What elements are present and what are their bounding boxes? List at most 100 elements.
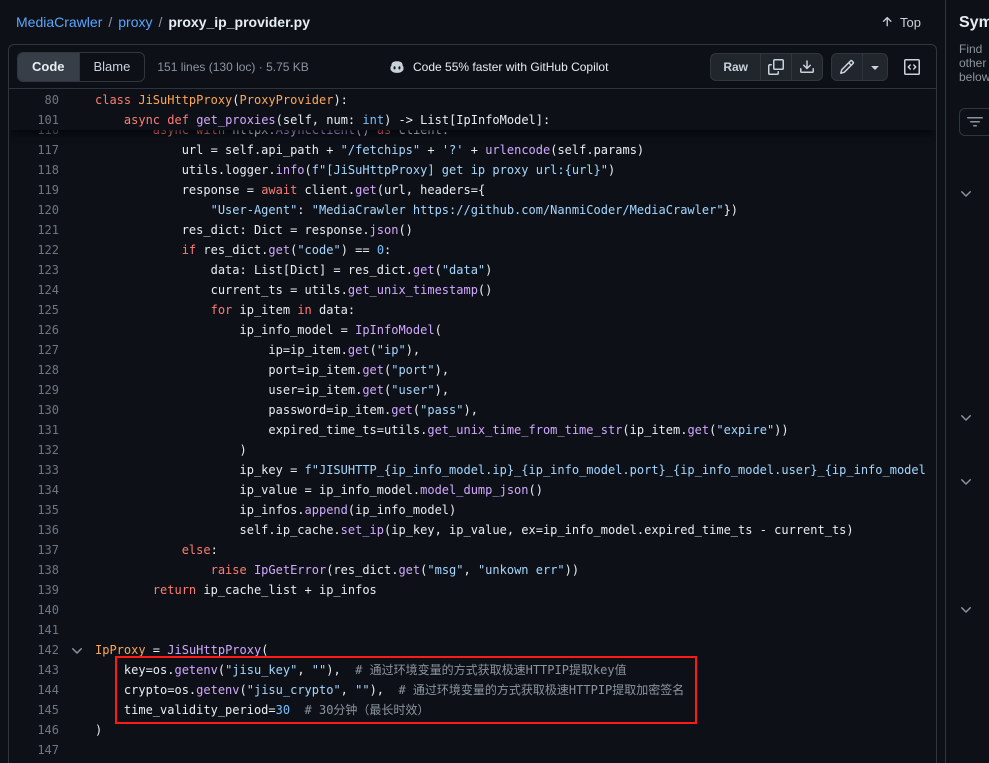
line-number[interactable]: 124 <box>9 280 59 300</box>
code-line: 117 url = self.api_path + "/fetchips" + … <box>9 140 936 160</box>
code-text: key=os.getenv("jisu_key", ""), # 通过环境变量的… <box>95 660 936 680</box>
breadcrumb-filename: proxy_ip_provider.py <box>168 14 310 30</box>
line-number[interactable]: 117 <box>9 140 59 160</box>
line-number[interactable]: 135 <box>9 500 59 520</box>
code-line: 101 async def get_proxies(self, num: int… <box>9 110 936 130</box>
code-line: 132 ) <box>9 440 936 460</box>
code-line: 126 ip_info_model = IpInfoModel( <box>9 320 936 340</box>
code-text: crypto=os.getenv("jisu_crypto", ""), # 通… <box>95 680 936 700</box>
symbol-collapse-icon[interactable] <box>958 185 974 201</box>
line-number[interactable]: 147 <box>9 740 59 760</box>
line-number[interactable]: 126 <box>9 320 59 340</box>
line-number[interactable]: 145 <box>9 700 59 720</box>
code-text: if res_dict.get("code") == 0: <box>95 240 936 260</box>
code-text: response = await client.get(url, headers… <box>95 180 936 200</box>
edit-dropdown-button[interactable] <box>862 53 888 81</box>
code-text: raise IpGetError(res_dict.get("msg", "un… <box>95 560 936 580</box>
breadcrumb-separator: / <box>108 14 112 30</box>
code-line: 139 return ip_cache_list + ip_infos <box>9 580 936 600</box>
line-number[interactable]: 120 <box>9 200 59 220</box>
code-text: ip_key = f"JISUHTTP_{ip_info_model.ip}_{… <box>95 460 936 480</box>
line-number[interactable]: 142 <box>9 640 59 660</box>
copilot-icon <box>389 59 405 75</box>
breadcrumb-folder-link[interactable]: proxy <box>118 14 152 30</box>
raw-button[interactable]: Raw <box>710 53 761 81</box>
code-line: 118 utils.logger.info(f"[JiSuHttpProxy] … <box>9 160 936 180</box>
line-number[interactable]: 143 <box>9 660 59 680</box>
code-text: time_validity_period=30 # 30分钟（最长时效） <box>95 700 936 720</box>
code-line: 134 ip_value = ip_info_model.model_dump_… <box>9 480 936 500</box>
symbols-description-line: other <box>959 56 989 70</box>
line-number[interactable]: 123 <box>9 260 59 280</box>
line-number[interactable]: 127 <box>9 340 59 360</box>
line-number[interactable]: 101 <box>9 110 59 130</box>
line-number[interactable]: 80 <box>9 90 59 110</box>
breadcrumb: MediaCrawler / proxy / proxy_ip_provider… <box>0 0 945 44</box>
symbols-toggle-button[interactable] <box>896 53 928 81</box>
breadcrumb-repo-link[interactable]: MediaCrawler <box>16 14 102 30</box>
line-number[interactable]: 119 <box>9 180 59 200</box>
code-text: IpProxy = JiSuHttpProxy( <box>95 640 936 660</box>
line-number[interactable]: 122 <box>9 240 59 260</box>
code-blame-toggle: Code Blame <box>17 52 145 82</box>
copy-button[interactable] <box>760 53 792 81</box>
symbol-collapse-icon[interactable] <box>958 601 974 617</box>
code-lines: 116 async with httpx.AsyncClient() as cl… <box>9 90 936 760</box>
sticky-context: 80class JiSuHttpProxy(ProxyProvider):101… <box>9 90 936 130</box>
line-number[interactable]: 133 <box>9 460 59 480</box>
breadcrumb-path: MediaCrawler / proxy / proxy_ip_provider… <box>16 14 310 30</box>
code-text: expired_time_ts=utils.get_unix_time_from… <box>95 420 936 440</box>
line-number[interactable]: 137 <box>9 540 59 560</box>
code-line: 144 crypto=os.getenv("jisu_crypto", ""),… <box>9 680 936 700</box>
line-number[interactable]: 138 <box>9 560 59 580</box>
copilot-banner-text: Code 55% faster with GitHub Copilot <box>413 60 608 74</box>
filter-icon <box>967 114 983 130</box>
code-text: user=ip_item.get("user"), <box>95 380 936 400</box>
tab-code[interactable]: Code <box>18 53 79 81</box>
code-line: 127 ip=ip_item.get("ip"), <box>9 340 936 360</box>
symbol-collapse-icon[interactable] <box>958 409 974 425</box>
code-text: ) <box>95 720 936 740</box>
code-text: res_dict: Dict = response.json() <box>95 220 936 240</box>
line-number[interactable]: 146 <box>9 720 59 740</box>
fold-chevron-icon[interactable] <box>59 642 95 658</box>
line-number[interactable]: 144 <box>9 680 59 700</box>
raw-button-group: Raw <box>710 53 823 81</box>
line-number[interactable]: 130 <box>9 400 59 420</box>
back-to-top-button[interactable]: Top <box>872 11 929 34</box>
tab-blame[interactable]: Blame <box>79 53 145 81</box>
line-number[interactable]: 140 <box>9 600 59 620</box>
line-number[interactable]: 118 <box>9 160 59 180</box>
toolbar-actions: Raw <box>710 53 928 81</box>
code-text: ip_value = ip_info_model.model_dump_json… <box>95 480 936 500</box>
pencil-icon <box>839 59 855 75</box>
download-button[interactable] <box>791 53 823 81</box>
symbol-collapse-icon[interactable] <box>958 473 974 489</box>
code-square-icon <box>904 59 920 75</box>
line-number[interactable]: 129 <box>9 380 59 400</box>
line-number[interactable]: 132 <box>9 440 59 460</box>
line-number[interactable]: 121 <box>9 220 59 240</box>
symbols-title: Sym <box>959 14 989 32</box>
code-line: 142 IpProxy = JiSuHttpProxy( <box>9 640 936 660</box>
line-number[interactable]: 136 <box>9 520 59 540</box>
line-number[interactable]: 141 <box>9 620 59 640</box>
code-line: 143 key=os.getenv("jisu_key", ""), # 通过环… <box>9 660 936 680</box>
code-text: return ip_cache_list + ip_infos <box>95 580 936 600</box>
code-line: 138 raise IpGetError(res_dict.get("msg",… <box>9 560 936 580</box>
line-number[interactable]: 139 <box>9 580 59 600</box>
code-text: utils.logger.info(f"[JiSuHttpProxy] get … <box>95 160 936 180</box>
code-text: ip_info_model = IpInfoModel( <box>95 320 936 340</box>
edit-button[interactable] <box>831 53 863 81</box>
copilot-banner[interactable]: Code 55% faster with GitHub Copilot <box>389 59 608 75</box>
line-number[interactable]: 134 <box>9 480 59 500</box>
code-line: 131 expired_time_ts=utils.get_unix_time_… <box>9 420 936 440</box>
file-view: MediaCrawler / proxy / proxy_ip_provider… <box>0 0 945 763</box>
download-icon <box>799 59 815 75</box>
breadcrumb-separator: / <box>158 14 162 30</box>
symbols-filter-input[interactable] <box>959 108 989 136</box>
line-number[interactable]: 125 <box>9 300 59 320</box>
line-number[interactable]: 131 <box>9 420 59 440</box>
line-number[interactable]: 128 <box>9 360 59 380</box>
symbols-description-line: Find <box>959 42 989 56</box>
